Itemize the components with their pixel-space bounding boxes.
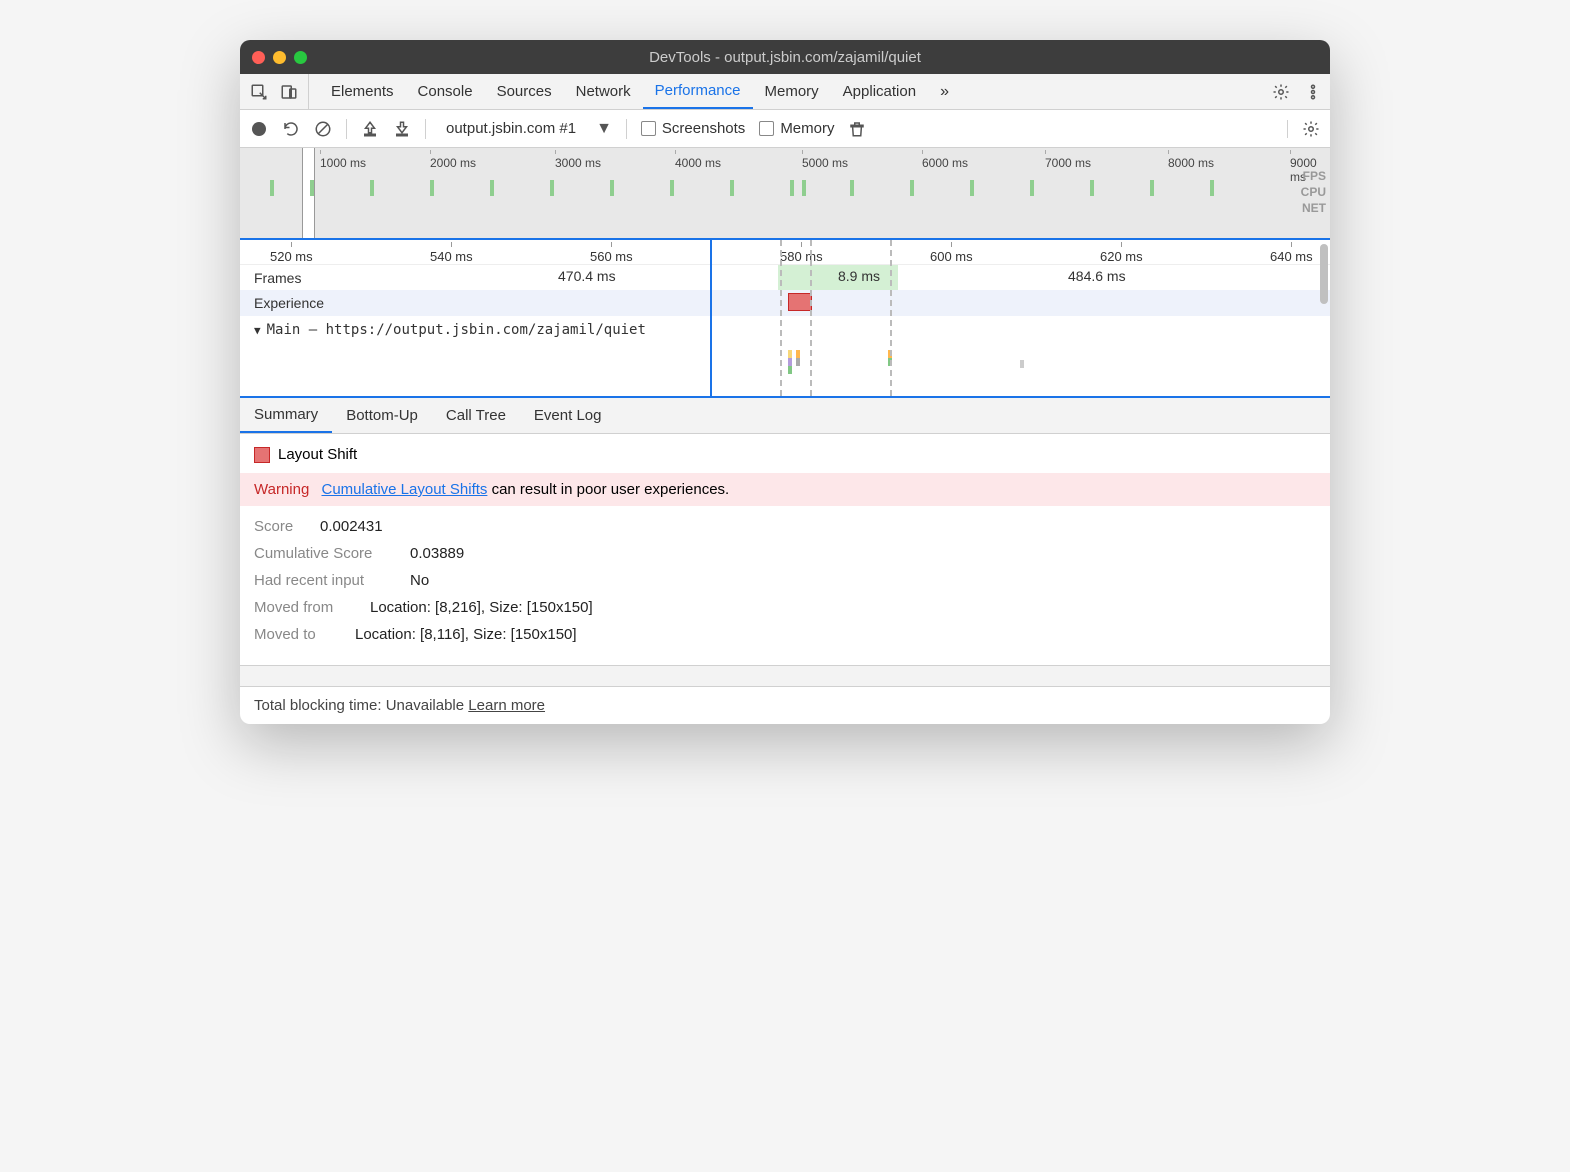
detail-tab-call-tree[interactable]: Call Tree <box>432 398 520 433</box>
blocking-time-label: Total blocking time: Unavailable <box>254 697 464 714</box>
maximize-icon[interactable] <box>294 51 307 64</box>
overview-tick: 6000 ms <box>922 150 968 170</box>
chevron-down-icon[interactable]: ▼ <box>596 120 612 138</box>
tab-console[interactable]: Console <box>406 74 485 109</box>
save-profile-icon[interactable] <box>393 120 411 138</box>
close-icon[interactable] <box>252 51 265 64</box>
score-value: 0.002431 <box>320 518 383 535</box>
overview-tick: 5000 ms <box>802 150 848 170</box>
detail-tab-bar: Summary Bottom-Up Call Tree Event Log <box>240 398 1330 434</box>
main-track-header[interactable]: ▼ Main — https://output.jsbin.com/zajami… <box>240 316 1330 344</box>
tab-memory[interactable]: Memory <box>753 74 831 109</box>
overview-tick: 1000 ms <box>320 150 366 170</box>
ruler-tick: 640 ms <box>1270 242 1313 264</box>
titlebar[interactable]: DevTools - output.jsbin.com/zajamil/quie… <box>240 40 1330 74</box>
ruler-tick: 540 ms <box>430 242 473 264</box>
warning-text: can result in poor user experiences. <box>487 481 729 498</box>
ruler-tick: 600 ms <box>930 242 973 264</box>
warning-link[interactable]: Cumulative Layout Shifts <box>321 481 487 498</box>
cumulative-score-label: Cumulative Score <box>254 545 404 562</box>
clear-icon[interactable] <box>314 120 332 138</box>
reload-icon[interactable] <box>282 120 300 138</box>
frames-track-label: Frames <box>240 270 348 286</box>
tab-performance[interactable]: Performance <box>643 74 753 109</box>
experience-track-label: Experience <box>240 295 348 311</box>
record-button[interactable] <box>250 120 268 138</box>
overview-tick: 4000 ms <box>675 150 721 170</box>
screenshots-label: Screenshots <box>662 120 745 137</box>
recording-selector[interactable]: output.jsbin.com #1 <box>446 120 576 137</box>
kebab-menu-icon[interactable] <box>1304 83 1322 101</box>
panel-separator <box>240 665 1330 687</box>
layout-shift-event[interactable] <box>788 293 812 311</box>
window-title: DevTools - output.jsbin.com/zajamil/quie… <box>649 49 921 66</box>
inspect-icon[interactable] <box>250 83 268 101</box>
scrollbar[interactable] <box>1320 244 1328 304</box>
moved-from-value: Location: [8,216], Size: [150x150] <box>370 599 593 616</box>
cumulative-score-value: 0.03889 <box>410 545 464 562</box>
screenshots-checkbox[interactable]: Screenshots <box>641 120 745 137</box>
recent-input-label: Had recent input <box>254 572 404 589</box>
overview-tick: 2000 ms <box>430 150 476 170</box>
event-title: Layout Shift <box>278 446 357 463</box>
tab-application[interactable]: Application <box>831 74 928 109</box>
detail-tab-bottom-up[interactable]: Bottom-Up <box>332 398 432 433</box>
summary-panel: Layout Shift Warning Cumulative Layout S… <box>240 434 1330 665</box>
load-profile-icon[interactable] <box>361 120 379 138</box>
learn-more-link[interactable]: Learn more <box>468 697 545 714</box>
marker-line <box>780 240 782 396</box>
garbage-collect-icon[interactable] <box>848 120 866 138</box>
flame-chart[interactable]: 520 ms 540 ms 560 ms 580 ms 600 ms 620 m… <box>240 240 1330 398</box>
overview-tick: 7000 ms <box>1045 150 1091 170</box>
tab-elements[interactable]: Elements <box>319 74 406 109</box>
overview-right-labels: FPS CPU NET <box>1301 168 1326 216</box>
overview-timeline[interactable]: 1000 ms 2000 ms 3000 ms 4000 ms 5000 ms … <box>240 148 1330 240</box>
marker-line <box>890 240 892 396</box>
score-label: Score <box>254 518 314 535</box>
ruler-tick: 560 ms <box>590 242 633 264</box>
overview-tick: 3000 ms <box>555 150 601 170</box>
detail-tab-event-log[interactable]: Event Log <box>520 398 616 433</box>
recent-input-value: No <box>410 572 429 589</box>
more-tabs-icon[interactable]: » <box>928 74 961 109</box>
minimize-icon[interactable] <box>273 51 286 64</box>
ruler-tick: 520 ms <box>270 242 313 264</box>
settings-icon[interactable] <box>1272 83 1290 101</box>
detail-tab-summary[interactable]: Summary <box>240 398 332 433</box>
tab-network[interactable]: Network <box>564 74 643 109</box>
tab-sources[interactable]: Sources <box>485 74 564 109</box>
device-toggle-icon[interactable] <box>280 83 298 101</box>
memory-label: Memory <box>780 120 834 137</box>
moved-to-label: Moved to <box>254 626 349 643</box>
ruler-tick: 580 ms <box>780 242 823 264</box>
devtools-window: DevTools - output.jsbin.com/zajamil/quie… <box>240 40 1330 724</box>
footer-bar: Total blocking time: Unavailable Learn m… <box>240 687 1330 724</box>
performance-toolbar: output.jsbin.com #1 ▼ Screenshots Memory <box>240 110 1330 148</box>
main-tab-bar: Elements Console Sources Network Perform… <box>240 74 1330 110</box>
memory-checkbox[interactable]: Memory <box>759 120 834 137</box>
overview-tick: 8000 ms <box>1168 150 1214 170</box>
moved-from-label: Moved from <box>254 599 364 616</box>
traffic-lights <box>252 51 307 64</box>
frame-duration: 470.4 ms <box>558 268 616 284</box>
event-swatch <box>254 447 270 463</box>
frame-duration: 484.6 ms <box>1068 268 1126 284</box>
marker-line <box>810 240 812 396</box>
ruler-tick: 620 ms <box>1100 242 1143 264</box>
warning-banner: Warning Cumulative Layout Shifts can res… <box>240 473 1330 506</box>
timeline-divider[interactable] <box>710 240 712 396</box>
warning-label: Warning <box>254 481 309 498</box>
capture-settings-icon[interactable] <box>1302 120 1320 138</box>
frame-duration: 8.9 ms <box>838 268 880 284</box>
collapse-icon[interactable]: ▼ <box>254 324 261 337</box>
moved-to-value: Location: [8,116], Size: [150x150] <box>355 626 577 643</box>
